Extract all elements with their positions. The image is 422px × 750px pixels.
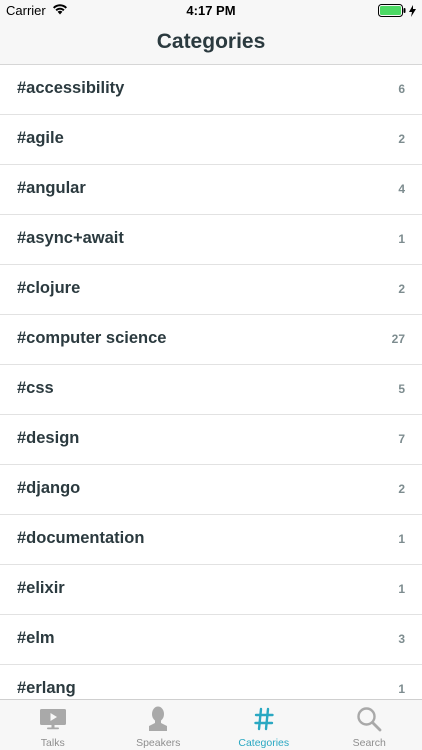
category-label: #accessibility: [17, 79, 125, 97]
category-label: #css: [17, 379, 54, 397]
category-label: #design: [17, 429, 80, 447]
category-count: 6: [398, 82, 405, 96]
category-label: #async+await: [17, 229, 124, 247]
category-count: 4: [398, 182, 405, 196]
category-count: 2: [398, 282, 405, 296]
category-row-css[interactable]: #css 5: [0, 365, 422, 415]
tab-label: Search: [352, 737, 386, 749]
tab-label: Categories: [238, 737, 290, 749]
category-label: #django: [17, 479, 81, 497]
status-right: [378, 4, 416, 22]
category-list[interactable]: #accessibility 6 #agile 2 #angular 4 #as…: [0, 65, 422, 699]
status-time: 4:17 PM: [186, 3, 236, 18]
category-label: #clojure: [17, 279, 81, 297]
category-row-django[interactable]: #django 2: [0, 465, 422, 515]
status-bar: Carrier 4:17 PM: [0, 0, 422, 22]
category-label: #elm: [17, 629, 55, 647]
category-count: 3: [398, 632, 405, 646]
category-count: 2: [398, 132, 405, 146]
category-label: #agile: [17, 129, 64, 147]
category-label: #computer science: [17, 329, 167, 347]
category-count: 1: [398, 582, 405, 596]
person-icon: [106, 706, 212, 732]
category-count: 2: [398, 482, 405, 496]
category-row-clojure[interactable]: #clojure 2: [0, 265, 422, 315]
category-row-elm[interactable]: #elm 3: [0, 615, 422, 665]
category-count: 27: [391, 332, 405, 346]
category-label: #erlang: [17, 679, 76, 697]
tab-speakers[interactable]: Speakers: [106, 700, 212, 750]
navigation-bar: Categories: [0, 22, 422, 65]
category-count: 7: [398, 432, 405, 446]
page-title: Categories: [156, 30, 266, 53]
category-label: #documentation: [17, 529, 145, 547]
category-row-erlang[interactable]: #erlang 1: [0, 665, 422, 699]
category-row-design[interactable]: #design 7: [0, 415, 422, 465]
category-count: 5: [398, 382, 405, 396]
tab-search[interactable]: Search: [317, 700, 422, 750]
charging-icon: [409, 4, 416, 22]
category-row-documentation[interactable]: #documentation 1: [0, 515, 422, 565]
battery-icon: [378, 4, 406, 22]
category-row-elixir[interactable]: #elixir 1: [0, 565, 422, 615]
magnifier-icon: [317, 706, 422, 732]
category-label: #elixir: [17, 579, 65, 597]
monitor-play-icon: [0, 706, 106, 732]
tab-talks[interactable]: Talks: [0, 700, 106, 750]
category-row-computer-science[interactable]: #computer science 27: [0, 315, 422, 365]
tab-label: Speakers: [136, 737, 181, 749]
category-label: #angular: [17, 179, 86, 197]
tab-label: Talks: [40, 737, 65, 749]
tab-bar: Talks Speakers Categories Search: [0, 699, 422, 750]
category-row-accessibility[interactable]: #accessibility 6: [0, 65, 422, 115]
category-row-agile[interactable]: #agile 2: [0, 115, 422, 165]
category-count: 1: [398, 682, 405, 696]
tab-categories[interactable]: Categories: [211, 700, 317, 750]
hash-icon: [211, 706, 317, 732]
category-count: 1: [398, 532, 405, 546]
category-row-async-await[interactable]: #async+await 1: [0, 215, 422, 265]
category-count: 1: [398, 232, 405, 246]
category-row-angular[interactable]: #angular 4: [0, 165, 422, 215]
